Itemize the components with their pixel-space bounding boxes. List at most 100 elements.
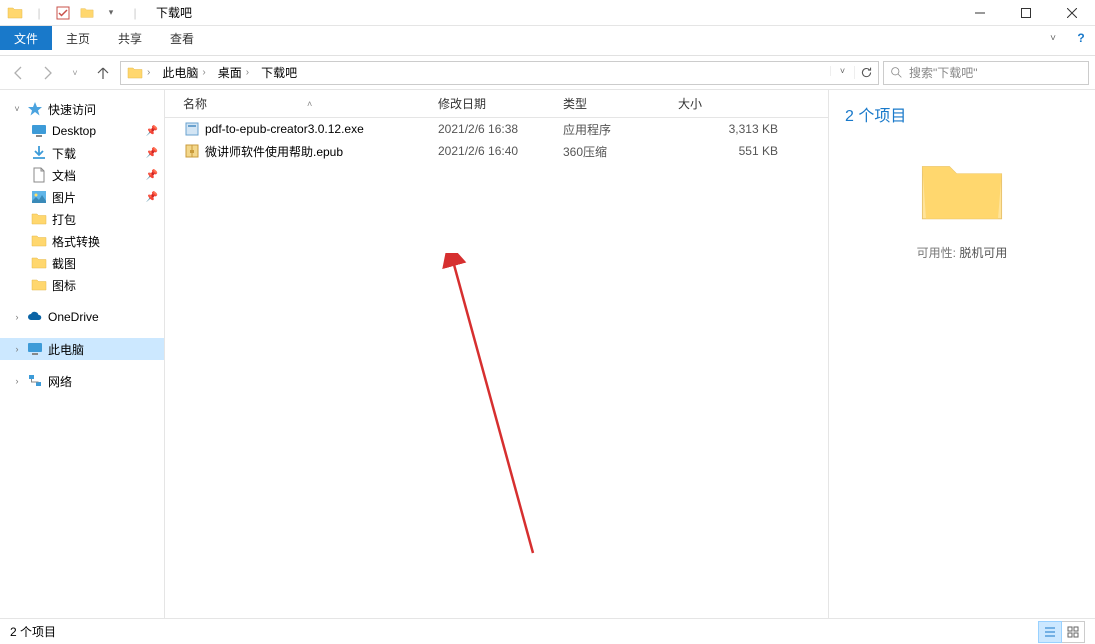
address-folder-icon[interactable]: ›: [121, 62, 156, 84]
nav-up-button[interactable]: [90, 60, 116, 86]
availability-value: 脱机可用: [959, 246, 1007, 260]
tree-item-documents[interactable]: 文档 📌: [0, 164, 164, 186]
chevron-right-icon[interactable]: ›: [147, 67, 150, 78]
tab-view[interactable]: 查看: [156, 26, 208, 50]
file-name: pdf-to-epub-creator3.0.12.exe: [205, 122, 364, 136]
navigation-row: ˅ › 此电脑 › 桌面 › 下载吧 ˅ 搜索"下载吧": [0, 56, 1095, 90]
tree-label: 此电脑: [48, 341, 84, 358]
breadcrumb-desktop[interactable]: 桌面 ›: [212, 62, 255, 84]
tab-share[interactable]: 共享: [104, 26, 156, 50]
status-bar: 2 个项目: [0, 618, 1095, 644]
caret-right-icon[interactable]: ›: [12, 376, 22, 386]
file-size: 551 KB: [678, 144, 778, 158]
downloads-icon: [30, 144, 48, 162]
column-type[interactable]: 类型: [563, 95, 678, 112]
column-date[interactable]: 修改日期: [438, 95, 563, 112]
tree-item-folder[interactable]: 格式转换: [0, 230, 164, 252]
close-button[interactable]: [1049, 0, 1095, 25]
file-date: 2021/2/6 16:38: [438, 122, 563, 136]
pin-icon: 📌: [146, 148, 158, 159]
folder-icon: [30, 232, 48, 250]
ribbon-help-button[interactable]: ?: [1067, 26, 1095, 50]
pictures-icon: [30, 188, 48, 206]
onedrive-icon: [26, 308, 44, 326]
archive-icon: [183, 142, 201, 160]
search-placeholder: 搜索"下载吧": [909, 64, 978, 81]
tree-label: 文档: [52, 167, 76, 184]
file-date: 2021/2/6 16:40: [438, 144, 563, 158]
sort-indicator-icon: ˄: [307, 99, 312, 109]
tab-home[interactable]: 主页: [52, 26, 104, 50]
tree-item-desktop[interactable]: Desktop 📌: [0, 120, 164, 142]
tree-this-pc[interactable]: › 此电脑: [0, 338, 164, 360]
ribbon-tabs: 文件 主页 共享 查看 ˅ ?: [0, 26, 1095, 50]
file-type: 应用程序: [563, 121, 678, 138]
qat-dropdown-icon[interactable]: ▾: [100, 2, 122, 24]
tree-label: 截图: [52, 255, 76, 272]
nav-back-button[interactable]: [6, 60, 32, 86]
tree-label: 格式转换: [52, 233, 100, 250]
qat-folder-small-icon[interactable]: [76, 2, 98, 24]
chevron-right-icon[interactable]: ›: [246, 67, 249, 78]
file-type: 360压缩: [563, 143, 678, 160]
column-headers: 名称˄ 修改日期 类型 大小: [165, 90, 828, 118]
tree-onedrive[interactable]: › OneDrive: [0, 306, 164, 328]
search-input[interactable]: 搜索"下载吧": [883, 61, 1089, 85]
annotation-arrow-icon: [353, 253, 553, 573]
qat-checkbox-icon[interactable]: [52, 2, 74, 24]
tree-label: 打包: [52, 211, 76, 228]
address-refresh-button[interactable]: [854, 66, 878, 79]
tree-label: 下载: [52, 145, 76, 162]
breadcrumb-pc[interactable]: 此电脑 ›: [156, 62, 211, 84]
tree-label: 网络: [48, 373, 72, 390]
file-size: 3,313 KB: [678, 122, 778, 136]
view-details-button[interactable]: [1038, 621, 1062, 643]
breadcrumb-folder[interactable]: 下载吧: [255, 62, 303, 84]
file-row[interactable]: 微讲师软件使用帮助.epub 2021/2/6 16:40 360压缩 551 …: [165, 140, 828, 162]
tab-file[interactable]: 文件: [0, 26, 52, 50]
tree-item-folder[interactable]: 图标: [0, 274, 164, 296]
tree-label: Desktop: [52, 124, 96, 138]
ribbon-expand-button[interactable]: ˅: [1039, 26, 1067, 50]
tree-item-pictures[interactable]: 图片 📌: [0, 186, 164, 208]
pin-icon: 📌: [146, 192, 158, 203]
nav-recent-dropdown[interactable]: ˅: [62, 60, 88, 86]
maximize-button[interactable]: [1003, 0, 1049, 25]
breadcrumb-label: 下载吧: [261, 64, 297, 81]
caret-right-icon[interactable]: ›: [12, 312, 22, 322]
breadcrumb-label: 桌面: [218, 64, 242, 81]
caret-right-icon[interactable]: ›: [12, 344, 22, 354]
tree-network[interactable]: › 网络: [0, 370, 164, 392]
status-item-count: 2 个项目: [10, 623, 56, 640]
exe-icon: [183, 120, 201, 138]
tree-item-downloads[interactable]: 下载 📌: [0, 142, 164, 164]
tree-quick-access[interactable]: ˅ 快速访问: [0, 98, 164, 120]
quick-access-icon: [26, 100, 44, 118]
tree-item-folder[interactable]: 打包: [0, 208, 164, 230]
qat-divider: |: [124, 2, 146, 24]
column-name[interactable]: 名称˄: [183, 95, 438, 112]
folder-icon: [30, 210, 48, 228]
tree-label: OneDrive: [48, 310, 99, 324]
tree-item-folder[interactable]: 截图: [0, 252, 164, 274]
file-list: 名称˄ 修改日期 类型 大小 pdf-to-epub-creator3.0.12…: [165, 90, 828, 618]
file-row[interactable]: pdf-to-epub-creator3.0.12.exe 2021/2/6 1…: [165, 118, 828, 140]
preview-availability: 可用性: 脱机可用: [917, 244, 1008, 261]
chevron-right-icon[interactable]: ›: [202, 67, 205, 78]
column-size[interactable]: 大小: [678, 95, 798, 112]
pc-icon: [26, 340, 44, 358]
minimize-button[interactable]: [957, 0, 1003, 25]
desktop-icon: [30, 122, 48, 140]
documents-icon: [30, 166, 48, 184]
folder-icon: [4, 2, 26, 24]
address-dropdown-button[interactable]: ˅: [830, 66, 854, 76]
window-title: 下载吧: [156, 4, 192, 21]
nav-forward-button[interactable]: [34, 60, 60, 86]
pin-icon: 📌: [146, 170, 158, 181]
tree-label: 图标: [52, 277, 76, 294]
navigation-tree: ˅ 快速访问 Desktop 📌 下载 📌 文档 📌 图片 📌 打包: [0, 90, 165, 618]
caret-down-icon[interactable]: ˅: [12, 104, 22, 114]
address-bar[interactable]: › 此电脑 › 桌面 › 下载吧 ˅: [120, 61, 879, 85]
network-icon: [26, 372, 44, 390]
view-icons-button[interactable]: [1061, 621, 1085, 643]
